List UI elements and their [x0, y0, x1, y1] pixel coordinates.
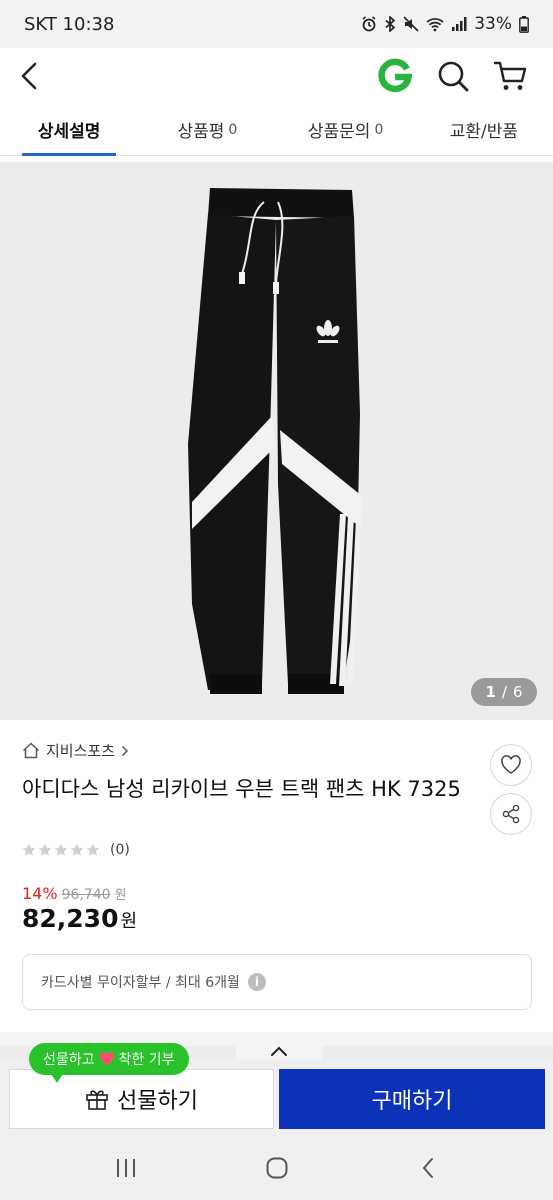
home-nav-button[interactable] [247, 1148, 307, 1188]
wishlist-button[interactable] [490, 744, 532, 786]
recent-apps-button[interactable] [96, 1148, 156, 1188]
price-original-row: 14% 96,740 원 [22, 884, 127, 903]
chevron-left-icon [21, 62, 37, 90]
product-image [188, 188, 362, 694]
cart-icon [494, 61, 527, 90]
gift-button[interactable]: 선물하기 [9, 1069, 274, 1129]
status-bar: SKT 10:38 33% [0, 0, 553, 48]
app-header [0, 48, 553, 104]
alarm-icon [362, 16, 376, 32]
tab-qna[interactable]: 상품문의 0 [277, 104, 415, 155]
back-nav-button[interactable] [398, 1148, 458, 1188]
home-logo-button[interactable] [373, 54, 417, 98]
rating: (0) [22, 842, 130, 858]
heart-filled-icon [99, 1052, 114, 1065]
battery-percent: 33% [474, 14, 512, 34]
search-button[interactable] [431, 54, 475, 98]
chevron-up-icon [271, 1046, 287, 1056]
gmarket-logo-icon [378, 58, 413, 93]
back-button[interactable] [20, 54, 48, 98]
battery-icon [519, 15, 529, 33]
home-circle-icon [266, 1157, 287, 1179]
product-image-gallery[interactable]: 1 / 6 [0, 162, 553, 720]
image-counter: 1 / 6 [471, 678, 537, 706]
home-icon [22, 742, 40, 759]
cart-button[interactable] [489, 54, 533, 98]
buy-button[interactable]: 구매하기 [279, 1069, 545, 1129]
original-price: 96,740 [61, 887, 111, 903]
back-arrow-icon [422, 1158, 433, 1178]
carrier-time: SKT 10:38 [24, 13, 115, 35]
brand-store-link[interactable]: 지비스포츠 [22, 740, 129, 761]
buy-label: 구매하기 [371, 1089, 453, 1114]
share-icon [502, 804, 520, 824]
gift-icon [86, 1090, 108, 1110]
mute-icon [403, 16, 419, 32]
heart-icon [501, 755, 521, 774]
system-nav-bar [0, 1136, 553, 1200]
product-info: 지비스포츠 아디다스 남성 리카이브 우븐 트랙 팬츠 HK 7325 (0) … [0, 720, 553, 1032]
share-button[interactable] [490, 793, 532, 835]
bluetooth-icon [385, 16, 396, 32]
status-icons: 33% [361, 14, 529, 34]
original-price-unit: 원 [114, 888, 127, 903]
gift-label: 선물하기 [117, 1089, 198, 1114]
star-rating-icon [22, 843, 100, 856]
rating-count: (0) [110, 842, 130, 858]
wifi-icon [426, 18, 444, 32]
product-title: 아디다스 남성 리카이브 우븐 트랙 팬츠 HK 7325 [22, 777, 461, 801]
gift-tooltip: 선물하고 착한 기부 [29, 1043, 189, 1083]
detail-tabs: 상세설명 상품평 0 상품문의 0 교환/반품 [0, 104, 553, 156]
installment-info-box[interactable]: 카드사별 무이자할부 / 최대 6개월 i [22, 954, 532, 1010]
search-icon [438, 61, 469, 92]
installment-text: 카드사별 무이자할부 / 최대 6개월 [41, 975, 240, 991]
info-icon[interactable]: i [247, 973, 266, 991]
final-price: 82,230 원 [22, 904, 138, 933]
chevron-right-icon [121, 745, 129, 756]
discount-rate: 14% [22, 884, 58, 903]
brand-name: 지비스포츠 [46, 742, 116, 760]
tab-description[interactable]: 상세설명 [0, 104, 138, 156]
tab-exchange-return[interactable]: 교환/반품 [415, 104, 553, 155]
recent-apps-icon [116, 1159, 135, 1177]
tab-reviews[interactable]: 상품평 0 [138, 104, 276, 155]
signal-icon [452, 17, 467, 31]
